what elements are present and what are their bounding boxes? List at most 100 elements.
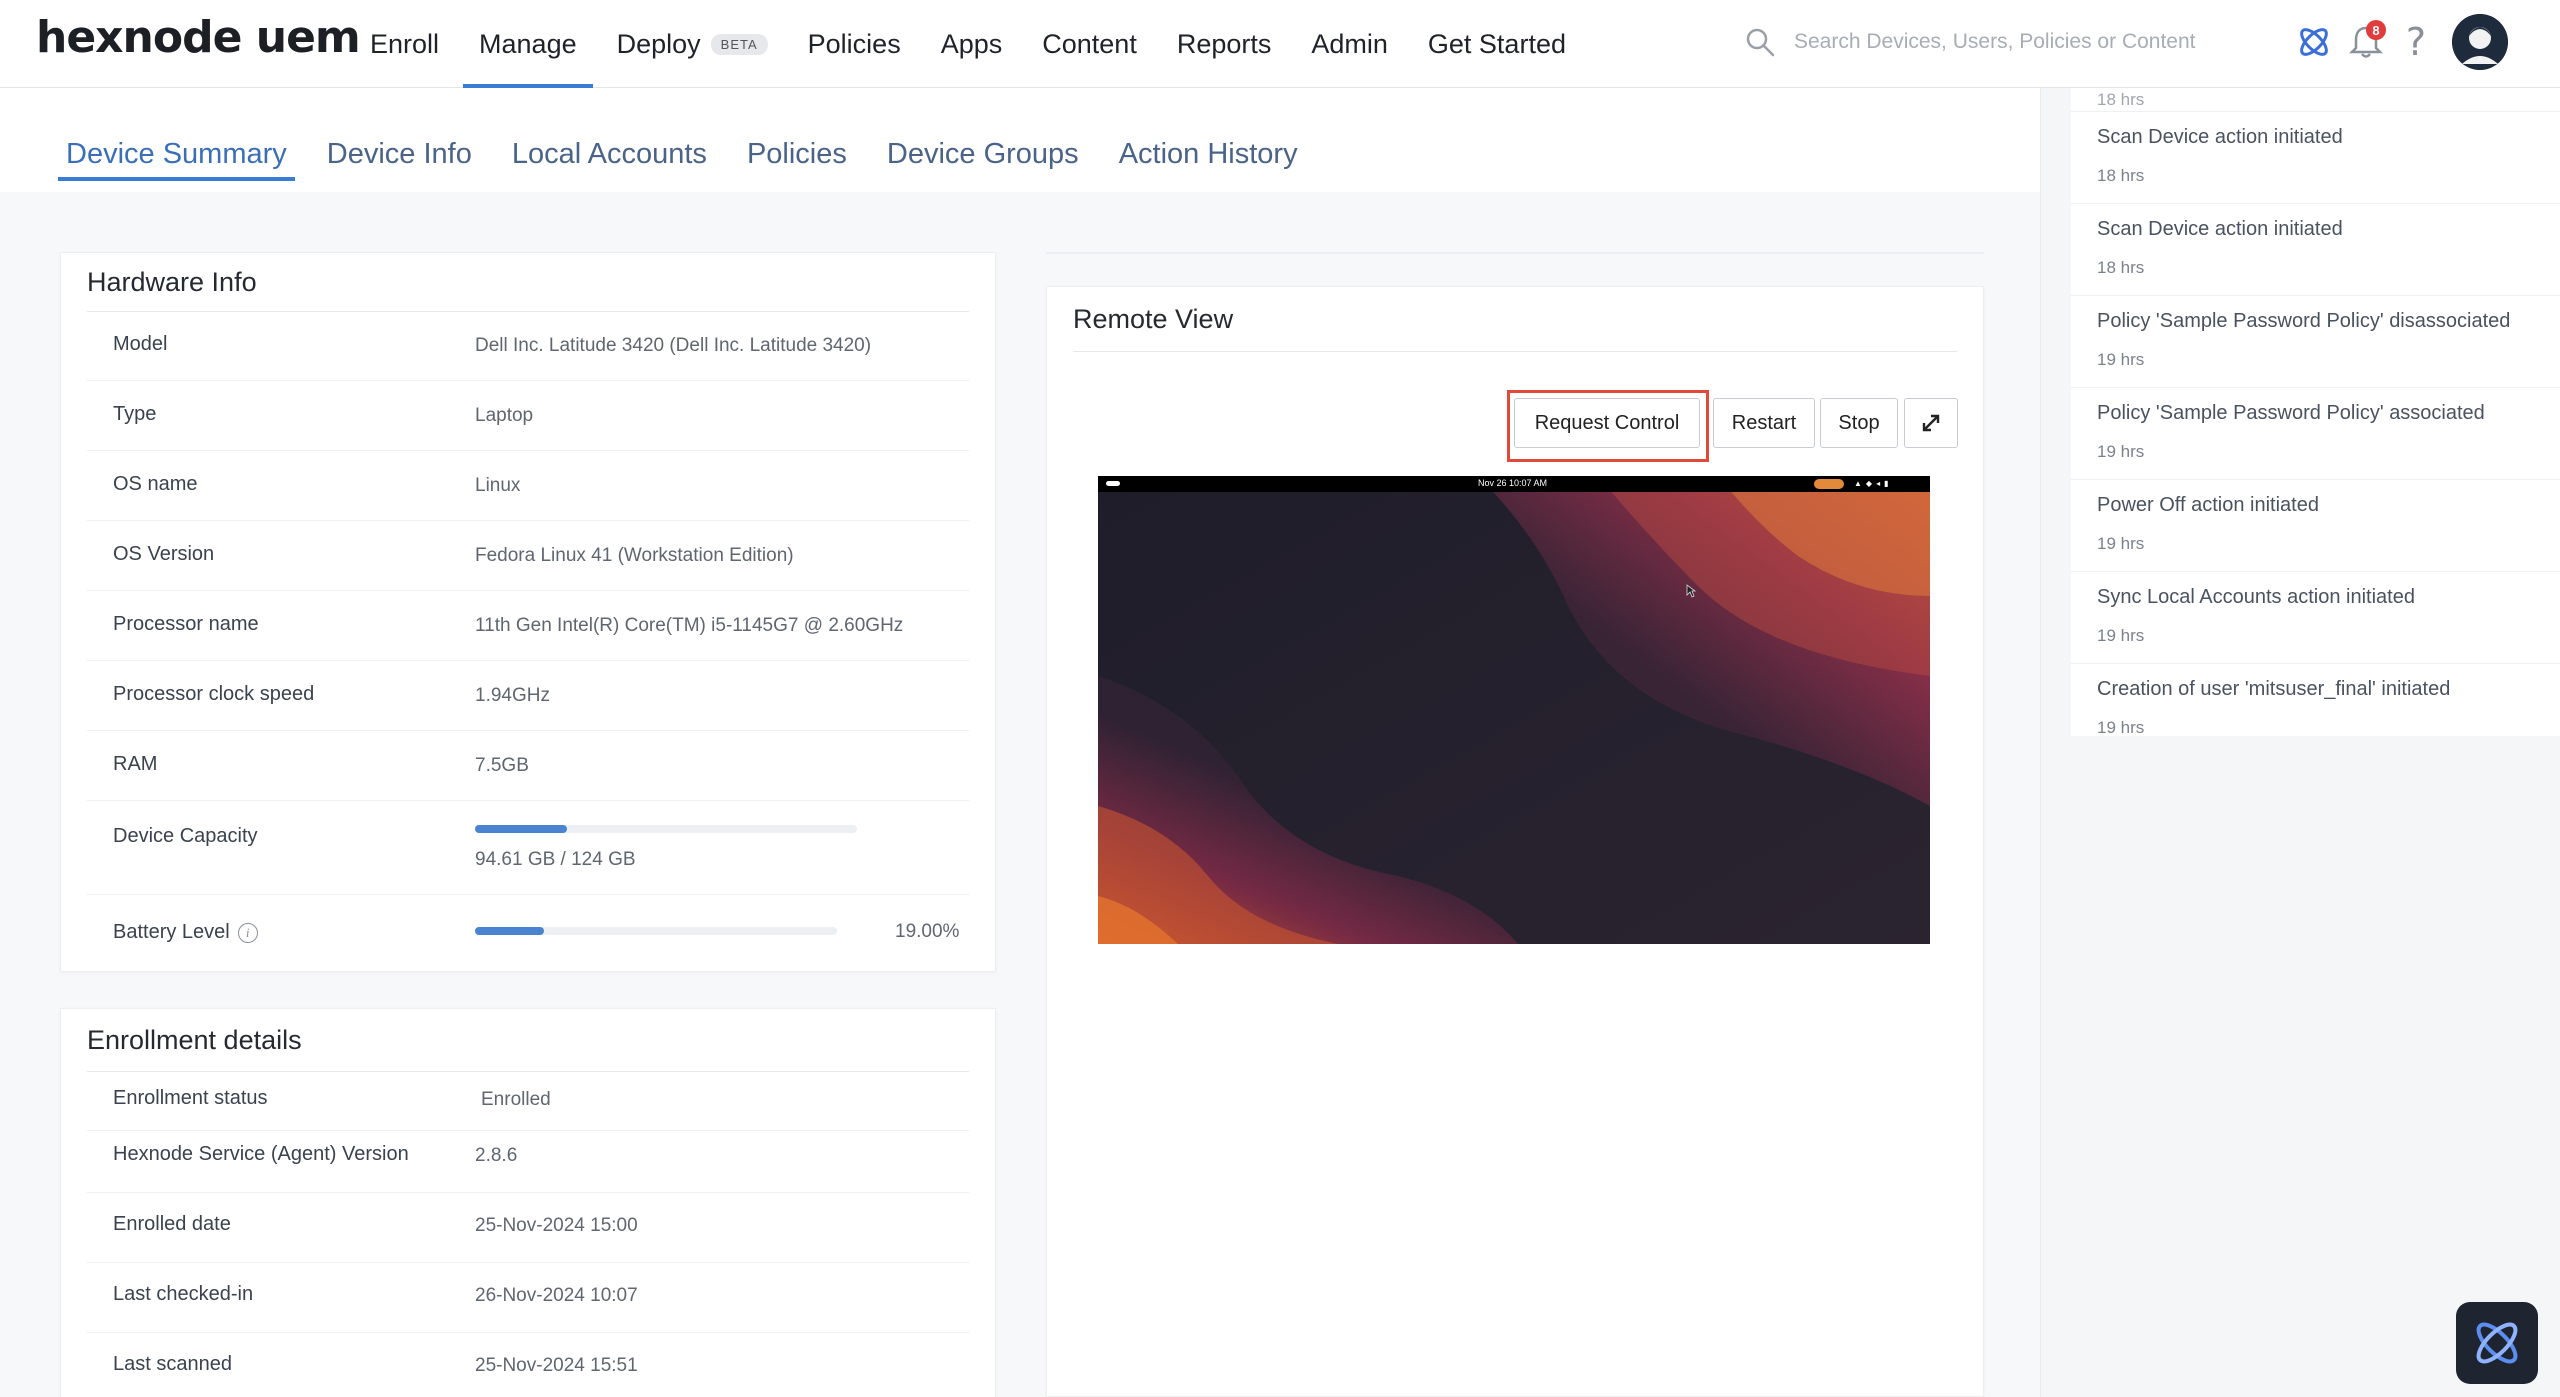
- row-value: 1.94GHz: [475, 685, 550, 706]
- nav-reports[interactable]: Reports: [1157, 0, 1292, 88]
- nav-get-started[interactable]: Get Started: [1408, 0, 1586, 88]
- battery-level-row: Battery Level i 19.00%: [87, 895, 969, 965]
- card-title: Enrollment details: [87, 1025, 302, 1055]
- recent-activity-list: 18 hrs Scan Device action initiated 18 h…: [2071, 88, 2560, 736]
- row-value: 11th Gen Intel(R) Core(TM) i5-1145G7 @ 2…: [475, 615, 904, 636]
- notifications-button[interactable]: 8: [2342, 18, 2390, 66]
- divider: [1046, 252, 1984, 254]
- hexnode-assistant-icon[interactable]: [2290, 18, 2338, 66]
- hardware-row: Model Dell Inc. Latitude 3420 (Dell Inc.…: [87, 311, 969, 381]
- chat-assistant-button[interactable]: [2456, 1302, 2538, 1384]
- hexnode-logo[interactable]: hexnode uem: [36, 12, 361, 63]
- row-label: RAM: [113, 753, 158, 775]
- tab-policies[interactable]: Policies: [739, 138, 855, 181]
- row-value: Linux: [475, 475, 521, 496]
- enrollment-row: Enrollment status Enrolled: [87, 1071, 969, 1131]
- nav-manage[interactable]: Manage: [459, 0, 597, 88]
- tab-device-summary[interactable]: Device Summary: [58, 138, 295, 181]
- activity-time: 18 hrs: [2097, 166, 2145, 185]
- main-nav: Enroll Manage Deploy BETA Policies Apps C…: [350, 0, 1586, 88]
- enrollment-row: Last scanned 25-Nov-2024 15:51: [87, 1333, 969, 1397]
- activity-time: 18 hrs: [2097, 90, 2145, 109]
- row-value: Fedora Linux 41 (Workstation Edition): [475, 545, 794, 566]
- tab-action-history[interactable]: Action History: [1111, 138, 1306, 181]
- row-value: Enrolled: [481, 1089, 551, 1110]
- activity-title: Policy 'Sample Password Policy' disassoc…: [2097, 310, 2511, 332]
- nav-label: Admin: [1311, 28, 1388, 59]
- help-icon[interactable]: ?: [2392, 18, 2440, 66]
- nav-content[interactable]: Content: [1022, 0, 1157, 88]
- capacity-value: 94.61 GB / 124 GB: [475, 849, 636, 870]
- activity-panel: 18 hrs Scan Device action initiated 18 h…: [2040, 88, 2560, 1397]
- enrollment-row: Enrolled date 25-Nov-2024 15:00: [87, 1193, 969, 1263]
- activity-item: Sync Local Accounts action initiated 19 …: [2071, 572, 2560, 664]
- activity-title: Power Off action initiated: [2097, 494, 2319, 516]
- activity-title: Scan Device action initiated: [2097, 126, 2343, 148]
- row-label: Enrolled date: [113, 1213, 231, 1235]
- row-value: Laptop: [475, 405, 534, 426]
- row-value: 26-Nov-2024 10:07: [475, 1285, 638, 1306]
- activity-time: 19 hrs: [2097, 350, 2145, 369]
- row-label: OS Version: [113, 543, 215, 565]
- nav-label: Policies: [807, 28, 901, 59]
- activity-title: Policy 'Sample Password Policy' associat…: [2097, 402, 2485, 424]
- enrollment-row: Hexnode Service (Agent) Version 2.8.6: [87, 1131, 969, 1193]
- enrollment-row: Last checked-in 26-Nov-2024 10:07: [87, 1263, 969, 1333]
- nav-apps[interactable]: Apps: [921, 0, 1023, 88]
- activity-item: Policy 'Sample Password Policy' associat…: [2071, 388, 2560, 480]
- atom-icon: [2300, 28, 2328, 56]
- fullscreen-button[interactable]: [1904, 398, 1958, 448]
- activity-title: Sync Local Accounts action initiated: [2097, 586, 2415, 608]
- row-label: Battery Level i: [113, 921, 258, 944]
- top-navigation-bar: hexnode uem Enroll Manage Deploy BETA Pol…: [0, 0, 2560, 88]
- card-title: Hardware Info: [87, 267, 257, 297]
- row-value: 2.8.6: [475, 1145, 518, 1166]
- tab-device-info[interactable]: Device Info: [319, 138, 480, 181]
- activity-item: 18 hrs: [2071, 88, 2560, 112]
- row-label: Processor clock speed: [113, 683, 315, 705]
- notification-count-badge: 8: [2366, 20, 2386, 40]
- activity-item: Scan Device action initiated 18 hrs: [2071, 204, 2560, 296]
- hardware-row: RAM 7.5GB: [87, 731, 969, 801]
- row-value: Dell Inc. Latitude 3420 (Dell Inc. Latit…: [475, 335, 872, 356]
- request-control-button[interactable]: Request Control: [1514, 398, 1700, 448]
- beta-badge: BETA: [710, 33, 768, 55]
- info-icon[interactable]: i: [237, 922, 258, 943]
- nav-deploy[interactable]: Deploy BETA: [597, 0, 788, 88]
- capacity-bar-fill: [475, 825, 567, 833]
- cursor-icon: [1686, 584, 1696, 598]
- nav-policies[interactable]: Policies: [788, 0, 921, 88]
- user-avatar[interactable]: [2452, 14, 2508, 70]
- tab-local-accounts[interactable]: Local Accounts: [504, 138, 715, 181]
- hardware-row: Processor clock speed 1.94GHz: [87, 661, 969, 731]
- activity-item: Scan Device action initiated 18 hrs: [2071, 112, 2560, 204]
- hardware-row: OS Version Fedora Linux 41 (Workstation …: [87, 521, 969, 591]
- nav-admin[interactable]: Admin: [1291, 0, 1408, 88]
- activity-time: 19 hrs: [2097, 442, 2145, 461]
- nav-label: Get Started: [1427, 28, 1566, 59]
- nav-enroll[interactable]: Enroll: [350, 0, 459, 88]
- restart-button[interactable]: Restart: [1713, 398, 1815, 448]
- activity-time: 19 hrs: [2097, 534, 2145, 553]
- activity-title: Creation of user 'mitsuser_final' initia…: [2097, 678, 2451, 700]
- stop-button[interactable]: Stop: [1820, 398, 1898, 448]
- search-icon[interactable]: [1744, 26, 1776, 58]
- nav-label: Enroll: [370, 28, 440, 59]
- tab-device-groups[interactable]: Device Groups: [879, 138, 1087, 181]
- nav-label: Apps: [940, 28, 1003, 59]
- remote-screen-view[interactable]: Nov 26 10:07 AM ▲◆◂▮: [1098, 476, 1930, 944]
- remote-clock: Nov 26 10:07 AM: [1478, 478, 1548, 488]
- nav-label: Reports: [1176, 28, 1272, 59]
- row-value: 7.5GB: [475, 755, 529, 776]
- activity-time: 19 hrs: [2097, 626, 2145, 645]
- activity-item: Policy 'Sample Password Policy' disassoc…: [2071, 296, 2560, 388]
- activity-time: 19 hrs: [2097, 718, 2145, 736]
- battery-bar-fill: [475, 927, 544, 935]
- battery-bar: [475, 927, 837, 935]
- activity-item: Power Off action initiated 19 hrs: [2071, 480, 2560, 572]
- hardware-row: Processor name 11th Gen Intel(R) Core(TM…: [87, 591, 969, 661]
- row-label: Type: [113, 403, 157, 425]
- system-tray-icons: ▲◆◂▮: [1854, 479, 1893, 488]
- search-input[interactable]: [1794, 30, 2234, 54]
- row-label: Last checked-in: [113, 1283, 254, 1305]
